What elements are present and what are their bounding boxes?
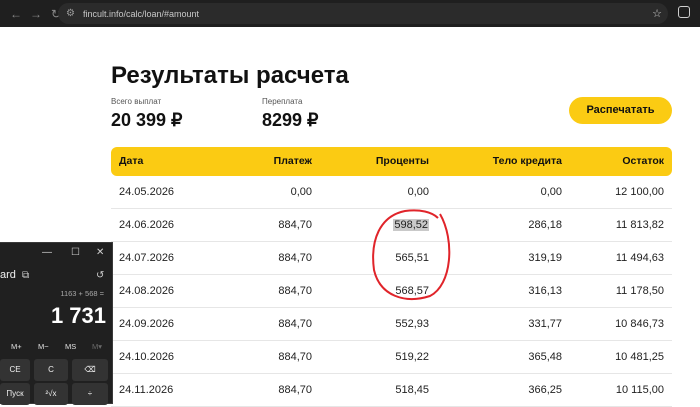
backspace-button[interactable]: ⌫ bbox=[72, 359, 108, 381]
calculator-window[interactable]: — ☐ ✕ ard ⧉ ↺ 1163 + 568 = 1 731 M+ M− M… bbox=[0, 242, 113, 405]
maximize-icon[interactable]: ☐ bbox=[71, 247, 80, 258]
memory-list-button[interactable]: M▾ bbox=[92, 342, 102, 351]
minimize-icon[interactable]: — bbox=[42, 247, 52, 258]
start-button[interactable]: Пуск bbox=[0, 383, 30, 405]
history-icon[interactable]: ↺ bbox=[96, 270, 104, 281]
divide-button[interactable]: ÷ bbox=[72, 383, 108, 405]
calculator-mode-label: ard bbox=[0, 269, 16, 281]
calculator-expression: 1163 + 568 = bbox=[60, 289, 104, 298]
memory-store-button[interactable]: MS bbox=[65, 342, 76, 351]
clear-button[interactable]: C bbox=[34, 359, 68, 381]
memory-subtract-button[interactable]: M− bbox=[38, 342, 49, 351]
clear-entry-button[interactable]: CE bbox=[0, 359, 30, 381]
square-root-button[interactable]: ²√x bbox=[34, 383, 68, 405]
memory-add-button[interactable]: M+ bbox=[11, 342, 22, 351]
red-circle-annotation bbox=[372, 209, 451, 300]
calculator-display: 1 731 bbox=[50, 303, 106, 328]
close-icon[interactable]: ✕ bbox=[96, 247, 104, 258]
keep-on-top-icon[interactable]: ⧉ bbox=[22, 270, 29, 281]
